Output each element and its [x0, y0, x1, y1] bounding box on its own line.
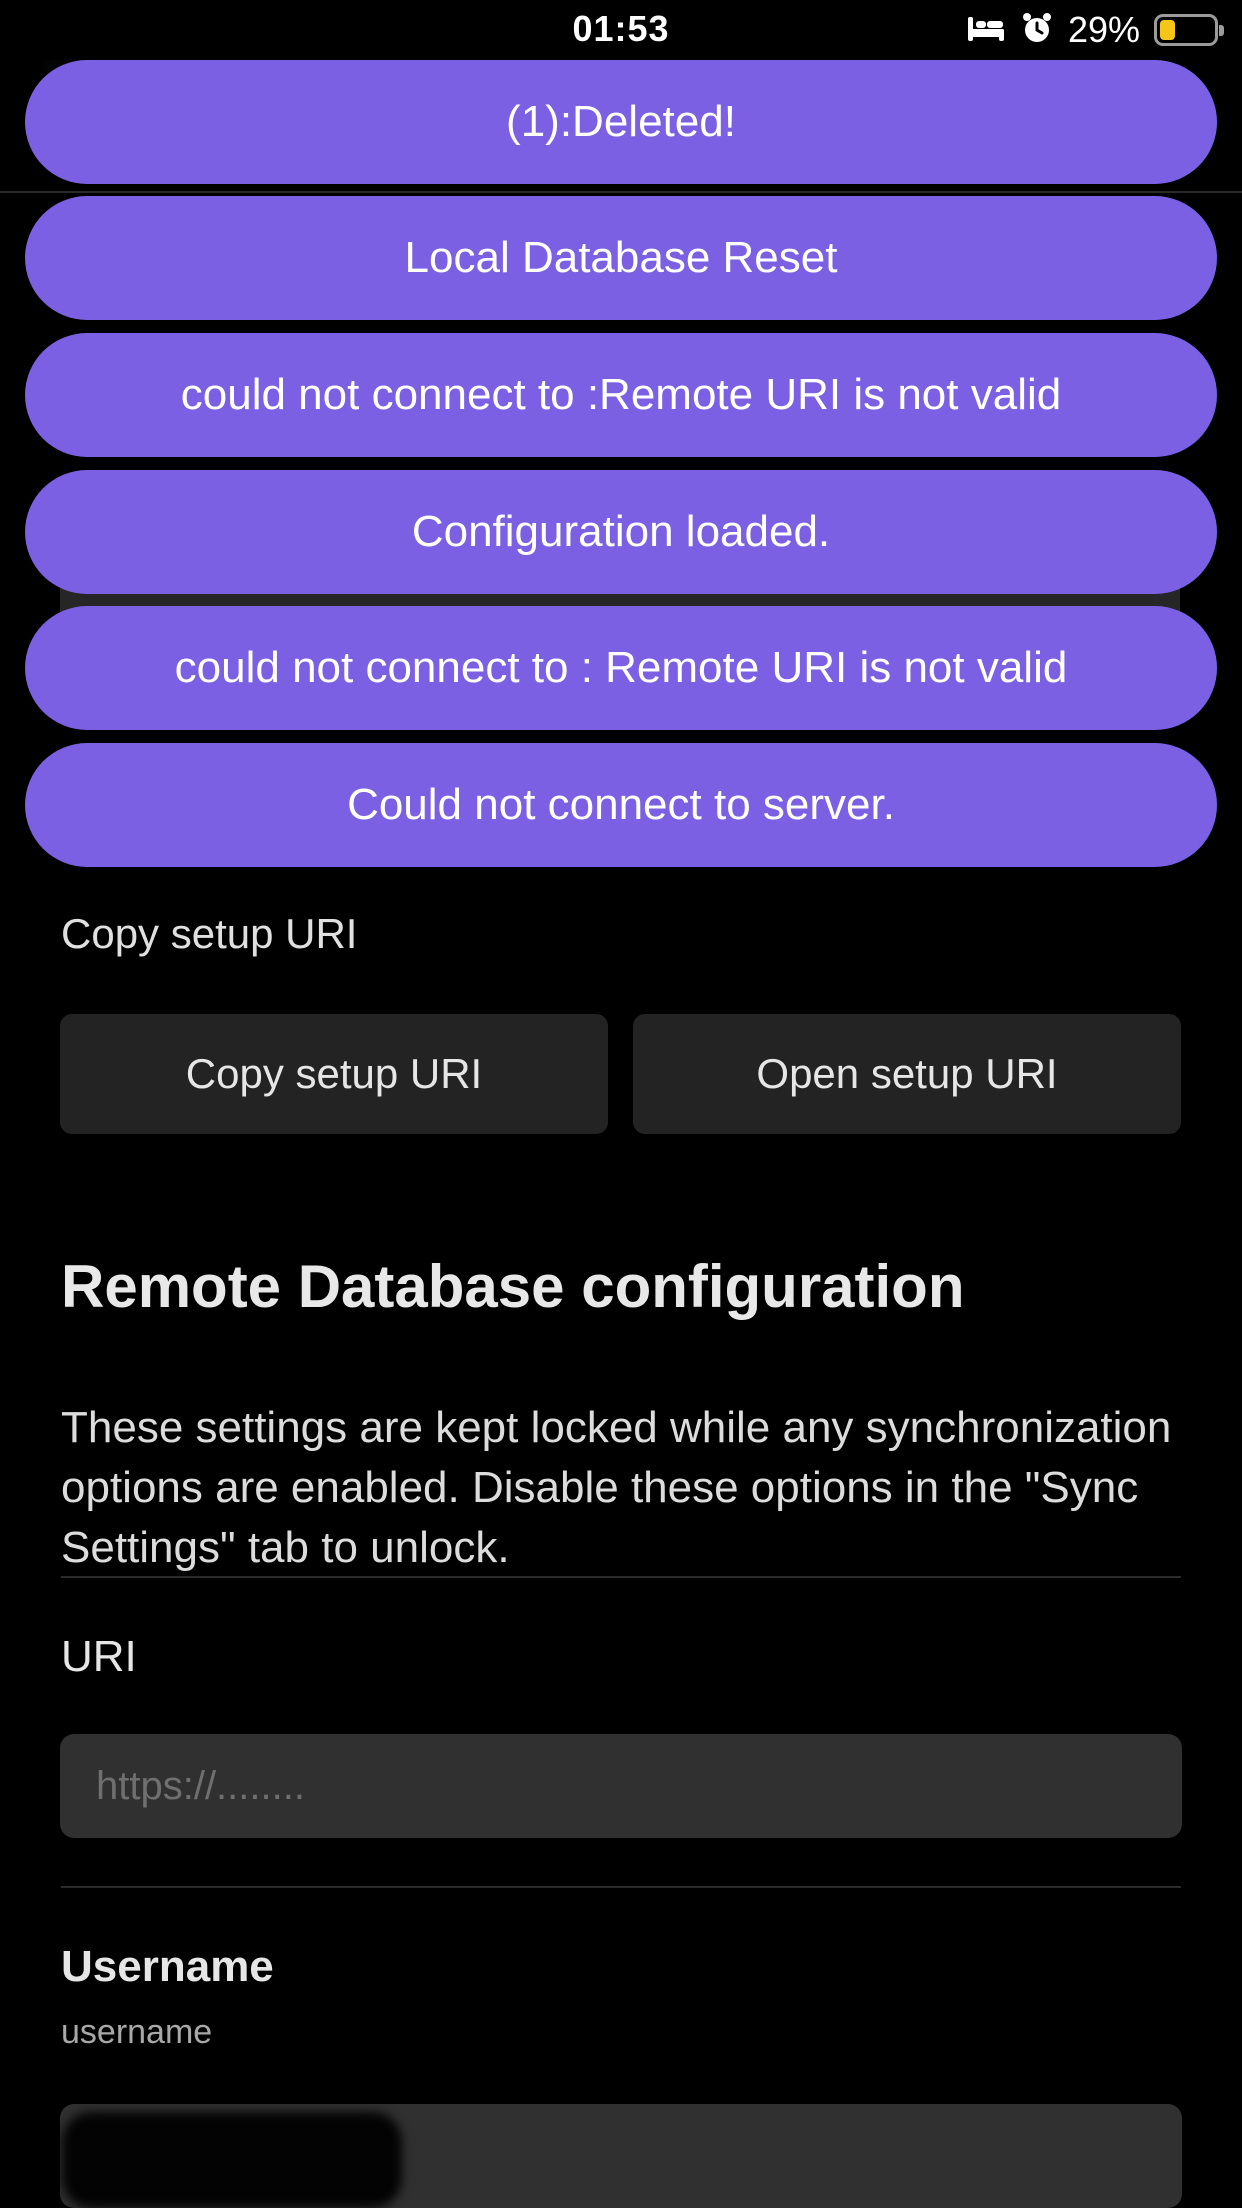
- header-divider: [0, 191, 1242, 193]
- battery-percent: 29%: [1067, 9, 1140, 50]
- status-bar: 01:53 29%: [0, 0, 1242, 60]
- divider: [61, 1576, 1181, 1578]
- settings-page: Copy setup URI Copy setup URI Open setup…: [0, 0, 1242, 2208]
- toast-notification[interactable]: could not connect to : Remote URI is not…: [25, 606, 1217, 730]
- toast-notification[interactable]: could not connect to :Remote URI is not …: [25, 333, 1217, 457]
- redacted-username: [62, 2112, 402, 2208]
- uri-label: URI: [61, 1632, 137, 1681]
- toast-notification[interactable]: (1):Deleted!: [25, 60, 1217, 184]
- bed-icon: [966, 13, 1006, 48]
- toast-notification[interactable]: Local Database Reset: [25, 196, 1217, 320]
- uri-input[interactable]: [60, 1734, 1182, 1838]
- toast-notification[interactable]: Configuration loaded.: [25, 470, 1217, 594]
- status-indicators: 29%: [966, 9, 1224, 50]
- toast-notification[interactable]: Could not connect to server.: [25, 743, 1217, 867]
- divider: [61, 1886, 1181, 1888]
- alarm-icon: [1020, 11, 1054, 50]
- copy-setup-uri-label: Copy setup URI: [61, 910, 358, 957]
- remote-database-description: These settings are kept locked while any…: [61, 1403, 1172, 1572]
- copy-setup-uri-button[interactable]: Copy setup URI: [60, 1014, 608, 1134]
- username-label: Username: [61, 1942, 274, 1991]
- battery-icon: [1154, 14, 1224, 46]
- open-setup-uri-button[interactable]: Open setup URI: [633, 1014, 1181, 1134]
- username-sublabel: username: [61, 2013, 213, 2051]
- remote-database-heading: Remote Database configuration: [61, 1253, 965, 1320]
- battery-level: [1160, 20, 1175, 40]
